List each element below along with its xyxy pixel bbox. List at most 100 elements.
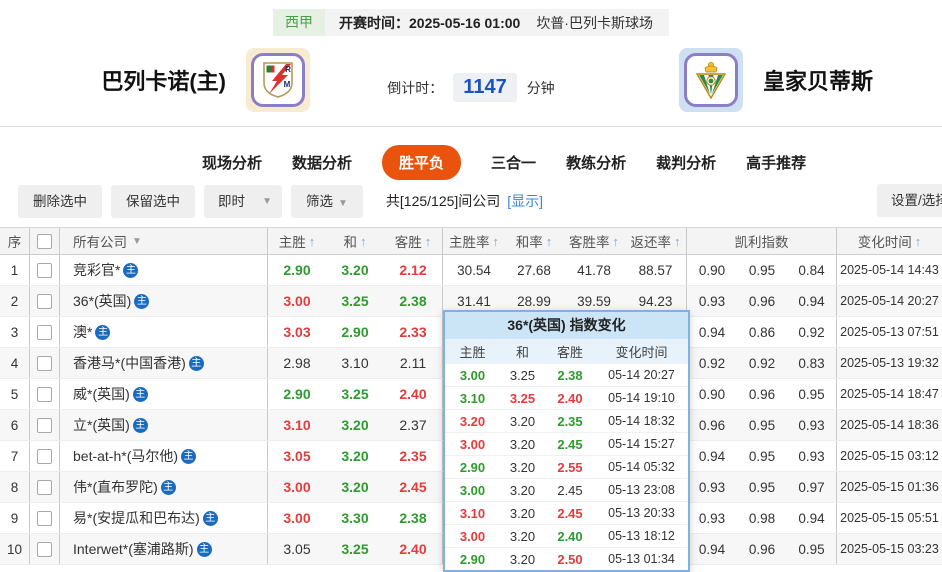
row-checkbox-cell (30, 410, 60, 440)
instant-dropdown[interactable]: 即时 ▼ (204, 184, 282, 218)
column-header-2[interactable]: 所有公司 ▼ (60, 228, 268, 254)
kelly-cell: 0.93 (698, 479, 726, 495)
select-all-checkbox[interactable] (37, 233, 52, 249)
kelly-cell: 0.96 (698, 417, 726, 433)
popup-body: 3.00 3.25 2.38 05-14 20:27 3.10 3.25 2.40 05-14… (445, 363, 688, 570)
tab-3[interactable]: 三合一 (491, 152, 536, 173)
row-checkbox-cell (30, 286, 60, 316)
company-name[interactable]: 36*(英国) 主 (60, 286, 268, 316)
league-badge: 西甲 (273, 9, 325, 36)
column-header-0: 序 (0, 228, 30, 254)
row-number: 3 (0, 317, 30, 347)
kelly-cell: 0.98 (748, 510, 776, 526)
kelly-cell: 0.94 (787, 503, 837, 533)
row-checkbox[interactable] (37, 355, 52, 371)
row-checkbox[interactable] (37, 293, 52, 309)
odds-cell: 2.35 (384, 441, 443, 471)
popup-odds-cell: 2.40 (557, 390, 583, 406)
column-header-1[interactable] (30, 228, 60, 254)
company-name[interactable]: 伟*(直布罗陀) 主 (60, 472, 268, 502)
kelly-cell: 0.96 (748, 386, 776, 402)
row-number: 1 (0, 255, 30, 285)
away-team-name: 皇家贝蒂斯 (763, 69, 874, 94)
company-name[interactable]: 立*(英国) 主 (60, 410, 268, 440)
company-name[interactable]: 澳* 主 (60, 317, 268, 347)
row-checkbox[interactable] (37, 479, 52, 495)
company-name[interactable]: 竞彩官* 主 (60, 255, 268, 285)
row-checkbox[interactable] (37, 386, 52, 402)
tab-6[interactable]: 高手推荐 (746, 152, 806, 173)
popup-odds-cell: 3.00 (459, 482, 486, 498)
show-link[interactable]: [显示] (507, 191, 543, 211)
popup-title: 36*(英国) 指数变化 (445, 312, 688, 339)
sort-arrow-icon: ↑ (492, 233, 500, 249)
popup-odds-cell: 3.20 (509, 528, 536, 544)
tab-1[interactable]: 数据分析 (292, 152, 352, 173)
change-time: 2025-05-14 20:27 (840, 294, 939, 308)
column-header-9[interactable]: 返还率 ↑ (625, 228, 687, 254)
change-time: 2025-05-14 18:36 (840, 418, 939, 432)
odds-cell: 3.20 (341, 479, 369, 495)
column-header-5[interactable]: 客胜 ↑ (384, 228, 443, 254)
company-name[interactable]: 威*(英国) 主 (60, 379, 268, 409)
rate-cell: 88.57 (625, 255, 687, 285)
change-time: 2025-05-14 14:43 (840, 263, 939, 277)
betis-crest-icon (695, 62, 727, 100)
popup-header-row: 主胜 和 客胜 变化时间 (445, 339, 688, 363)
table-row[interactable]: 1 竞彩官* 主 2.90 3.20 2.12 30.54 27.68 41.78 88.57 0.… (0, 255, 942, 286)
company-name[interactable]: bet-at-h*(马尔他) 主 (60, 441, 268, 471)
host-badge-icon: 主 (132, 386, 148, 402)
company-name[interactable]: 香港马*(中国香港) 主 (60, 348, 268, 378)
popup-odds-cell: 3.10 (459, 505, 486, 521)
chevron-down-icon: ▼ (338, 197, 348, 209)
odds-cell: 2.90 (283, 386, 311, 402)
row-number: 6 (0, 410, 30, 440)
away-team: 皇家贝蒂斯 (679, 46, 934, 114)
tab-2[interactable]: 胜平负 (382, 144, 462, 180)
column-header-11[interactable]: 变化时间 ↑ (837, 228, 942, 254)
column-header-6[interactable]: 主胜率 ↑ (443, 228, 505, 254)
company-name[interactable]: 易*(安提瓜和巴布达) 主 (60, 503, 268, 533)
rate-cell: 27.68 (517, 262, 551, 278)
odds-cell: 3.20 (341, 448, 369, 464)
column-header-8[interactable]: 客胜率 ↑ (563, 228, 625, 254)
column-header-7[interactable]: 和率 ↑ (505, 228, 563, 254)
row-checkbox[interactable] (37, 324, 52, 340)
host-badge-icon: 主 (196, 541, 212, 557)
host-badge-icon: 主 (134, 293, 150, 309)
popup-row: 2.90 3.20 2.50 05-13 01:34 (445, 547, 688, 570)
filter-dropdown[interactable]: 筛选 ▼ (291, 184, 363, 218)
popup-row: 3.00 3.25 2.38 05-14 20:27 (445, 363, 688, 386)
tab-5[interactable]: 裁判分析 (656, 152, 716, 173)
popup-odds-cell: 2.50 (557, 551, 583, 567)
column-header-4[interactable]: 和 ↑ (326, 228, 384, 254)
kelly-cell: 0.97 (787, 472, 837, 502)
row-checkbox[interactable] (37, 417, 52, 433)
kelly-cell: 0.94 (698, 541, 726, 557)
delete-selected-button[interactable]: 删除选中 (18, 184, 102, 218)
row-checkbox[interactable] (37, 510, 52, 526)
tab-0[interactable]: 现场分析 (202, 152, 262, 173)
row-number: 7 (0, 441, 30, 471)
popup-odds-cell: 3.25 (509, 390, 536, 406)
keep-selected-button[interactable]: 保留选中 (111, 184, 195, 218)
change-time: 2025-05-13 19:32 (840, 356, 939, 370)
row-checkbox[interactable] (37, 541, 52, 557)
odds-cell: 2.90 (341, 324, 369, 340)
settings-select-button[interactable]: 设置/选择 (877, 184, 942, 217)
odds-cell: 2.38 (384, 286, 443, 316)
row-checkbox[interactable] (37, 448, 52, 464)
odds-cell: 2.90 (283, 262, 311, 278)
change-time: 2025-05-15 05:51 (840, 511, 939, 525)
company-name[interactable]: Interwet*(塞浦路斯) 主 (60, 534, 268, 564)
kelly-cell: 0.95 (748, 262, 776, 278)
tab-4[interactable]: 教练分析 (566, 152, 626, 173)
popup-change-time: 05-13 01:34 (608, 552, 675, 566)
popup-column-header-3: 变化时间 (615, 344, 668, 360)
row-number: 9 (0, 503, 30, 533)
row-checkbox[interactable] (37, 262, 52, 278)
column-header-10: 凯利指数 (687, 228, 837, 254)
row-checkbox-cell (30, 317, 60, 347)
row-checkbox-cell (30, 441, 60, 471)
column-header-3[interactable]: 主胜 ↑ (268, 228, 326, 254)
